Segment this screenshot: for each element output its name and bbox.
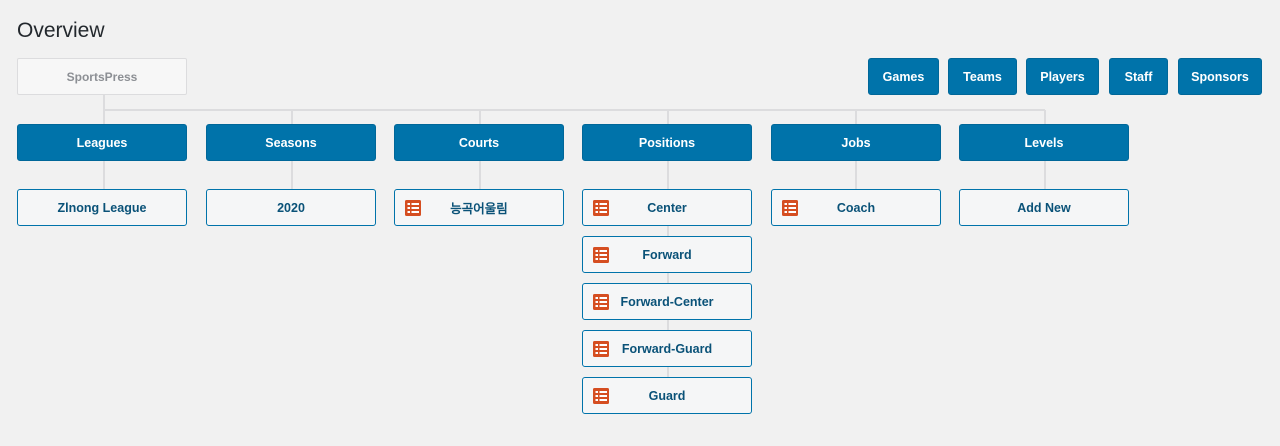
jobs-button[interactable]: Jobs [771, 124, 941, 161]
games-button[interactable]: Games [868, 58, 939, 95]
list-icon [782, 200, 798, 216]
position-item-label: Guard [648, 388, 686, 403]
courts-button[interactable]: Courts [394, 124, 564, 161]
list-icon [593, 247, 609, 263]
list-icon [405, 200, 421, 216]
sponsors-button[interactable]: Sponsors [1178, 58, 1262, 95]
court-item-label: 능곡어울림 [450, 202, 508, 216]
position-item-label: Forward-Center [620, 294, 714, 309]
list-icon [593, 388, 609, 404]
position-item-label: Forward-Guard [621, 341, 713, 356]
position-item-label: Forward [642, 247, 692, 262]
teams-button[interactable]: Teams [948, 58, 1017, 95]
league-item-zlnong-league[interactable]: Zlnong League [17, 189, 187, 226]
leagues-button[interactable]: Leagues [17, 124, 187, 161]
position-item-label: Center [647, 200, 687, 215]
job-item-label: Coach [836, 200, 876, 215]
list-icon [593, 200, 609, 216]
add-new-label: Add New [1017, 200, 1071, 215]
staff-button[interactable]: Staff [1109, 58, 1168, 95]
season-item-label: 2020 [277, 200, 305, 215]
position-item-guard[interactable]: Guard [582, 377, 752, 414]
position-item-forward-guard[interactable]: Forward-Guard [582, 330, 752, 367]
seasons-button[interactable]: Seasons [206, 124, 376, 161]
list-icon [593, 341, 609, 357]
league-item-label: Zlnong League [57, 200, 147, 215]
root-node: SportsPress [17, 58, 187, 95]
season-item-2020[interactable]: 2020 [206, 189, 376, 226]
job-item-coach[interactable]: Coach [771, 189, 941, 226]
position-item-forward-center[interactable]: Forward-Center [582, 283, 752, 320]
position-item-forward[interactable]: Forward [582, 236, 752, 273]
court-item[interactable]: 능곡어울림 [394, 189, 564, 226]
position-item-center[interactable]: Center [582, 189, 752, 226]
list-icon [593, 294, 609, 310]
add-new-level-button[interactable]: Add New [959, 189, 1129, 226]
levels-button[interactable]: Levels [959, 124, 1129, 161]
players-button[interactable]: Players [1026, 58, 1099, 95]
positions-button[interactable]: Positions [582, 124, 752, 161]
